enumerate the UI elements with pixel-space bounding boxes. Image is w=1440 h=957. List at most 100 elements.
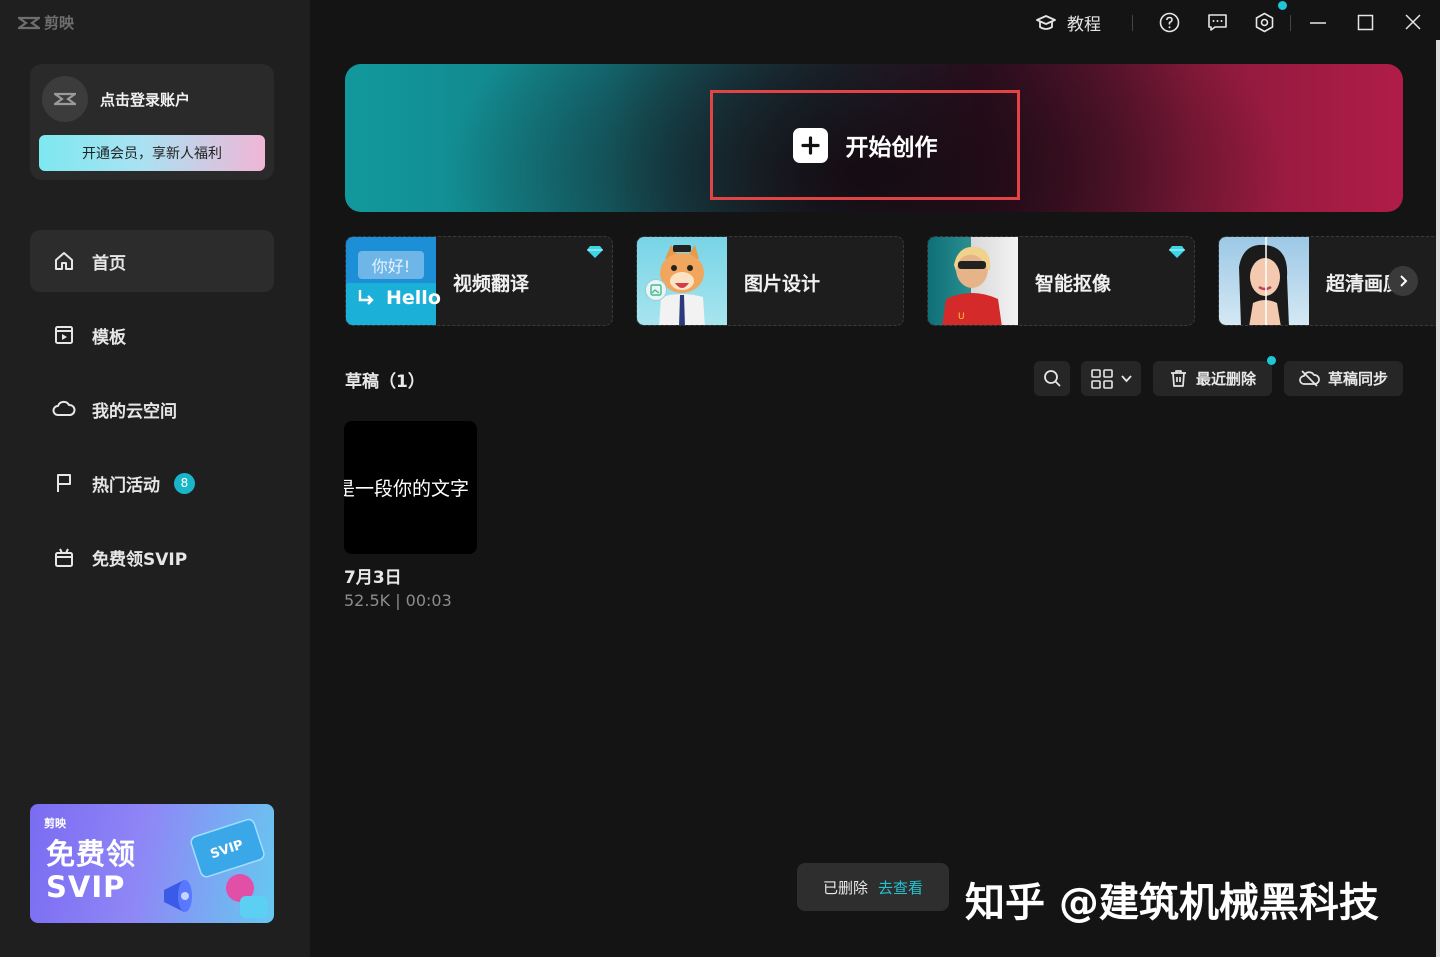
image-design-thumbnail (637, 237, 727, 325)
megaphone-icon (164, 880, 192, 912)
minimize-icon (1310, 22, 1326, 24)
sidebar-item-events[interactable]: 热门活动 8 (30, 452, 274, 514)
sidebar-item-label: 热门活动 (92, 475, 160, 496)
video-translate-thumbnail: 你好! Hello (346, 237, 441, 325)
sidebar-item-label: 免费领SVIP (92, 549, 188, 570)
app-logo-text: 剪映 (44, 14, 75, 32)
search-button[interactable] (1034, 361, 1070, 396)
window-edge (1436, 40, 1440, 957)
portrait-illustration (1239, 237, 1289, 325)
hd-enhance-thumbnail (1219, 237, 1309, 325)
watermark-text: 知乎 @建筑机械黑科技 (965, 880, 1379, 926)
recently-deleted-button[interactable]: 最近删除 (1153, 361, 1272, 396)
sidebar-item-free-svip[interactable]: 免费领SVIP (30, 526, 274, 588)
vip-subscribe-button[interactable]: 开通会员，享新人福利 (39, 135, 265, 171)
thumb-text-english: Hello (386, 287, 441, 309)
recently-deleted-label: 最近删除 (1195, 370, 1256, 388)
gift-icon (52, 545, 76, 569)
chevron-down-icon (1120, 374, 1132, 382)
promo-line-2: SVIP (46, 870, 126, 904)
capcut-logo-icon (54, 92, 76, 106)
minimize-button[interactable] (1309, 14, 1327, 32)
settings-notification-dot (1278, 1, 1287, 10)
draft-meta: 52.5K | 00:03 (344, 591, 452, 610)
person-silhouette-illustration: U (942, 246, 1002, 325)
feedback-icon (1208, 14, 1227, 31)
search-icon (1043, 370, 1061, 387)
sidebar-nav: 首页 模板 我的云空间 热门活动 8 免费领SVIP (30, 230, 274, 600)
close-icon (1405, 14, 1421, 30)
sidebar-item-home[interactable]: 首页 (30, 230, 274, 292)
draft-sync-label: 草稿同步 (1327, 370, 1388, 388)
feature-smart-cutout[interactable]: U 智能抠像 (927, 236, 1195, 326)
feature-image-design[interactable]: 图片设计 (636, 236, 904, 326)
feature-label: 图片设计 (744, 273, 821, 295)
feedback-button[interactable] (1207, 12, 1228, 33)
tutorial-label: 教程 (1067, 15, 1101, 35)
draft-thumbnail-text: 是一段你的文字 (344, 478, 470, 500)
svg-text:U: U (958, 312, 965, 322)
settings-button[interactable] (1254, 12, 1275, 33)
start-creating-button[interactable]: 开始创作 (710, 90, 1020, 200)
close-button[interactable] (1404, 13, 1422, 31)
arrow-return-icon (358, 290, 374, 305)
recently-deleted-notification-dot (1267, 356, 1276, 365)
titlebar-divider (1132, 15, 1133, 31)
view-mode-dropdown[interactable] (1081, 361, 1141, 396)
flag-icon (52, 471, 76, 495)
promo-logo-text: 剪映 (44, 817, 66, 830)
titlebar-divider (1290, 15, 1291, 31)
feature-label: 视频翻译 (453, 273, 530, 295)
cloud-sync-off-icon (1299, 370, 1320, 387)
capcut-logo-icon (18, 16, 40, 29)
image-badge-icon (645, 279, 667, 301)
promo-line-1: 免费领 (46, 837, 137, 871)
smart-cutout-thumbnail: U (928, 237, 1018, 325)
settings-icon (1255, 12, 1274, 33)
draft-card[interactable]: 是一段你的文字 7月3日 52.5K | 00:03 (344, 421, 477, 610)
sidebar-item-label: 我的云空间 (92, 401, 177, 422)
help-button[interactable] (1159, 12, 1180, 33)
toast-view-link[interactable]: 去查看 (878, 877, 923, 898)
sidebar-item-label: 首页 (92, 253, 126, 274)
sidebar: 剪映 点击登录账户 开通会员，享新人福利 首页 模板 我的云空间 热门活动 8 … (0, 0, 310, 957)
draft-name: 7月3日 (344, 568, 402, 588)
deleted-toast: 已删除 去查看 (797, 863, 949, 911)
sidebar-item-cloud-space[interactable]: 我的云空间 (30, 378, 274, 440)
maximize-button[interactable] (1357, 14, 1375, 32)
app-logo: 剪映 (18, 12, 74, 33)
graduation-cap-icon (1036, 14, 1056, 30)
chevron-right-icon (1400, 275, 1408, 287)
avatar[interactable] (42, 76, 88, 122)
login-link[interactable]: 点击登录账户 (100, 89, 190, 110)
feature-scroll-next-button[interactable] (1388, 266, 1418, 296)
feature-strip: 你好! Hello 视频翻译 图片设计 U 智能抠像 超清画质 (345, 236, 1440, 326)
thumb-text-chinese: 你好! (358, 251, 424, 279)
promo-logo: 剪映 (44, 815, 66, 831)
trash-icon (1170, 370, 1186, 387)
feature-video-translate[interactable]: 你好! Hello 视频翻译 (345, 236, 613, 326)
plus-icon (792, 127, 828, 163)
account-card: 点击登录账户 开通会员，享新人福利 (30, 64, 274, 180)
draft-thumbnail: 是一段你的文字 (344, 421, 477, 554)
notification-badge: 8 (174, 472, 195, 494)
drafts-title: 草稿（1） (345, 372, 425, 392)
grid-view-icon (1090, 368, 1113, 389)
home-icon (52, 249, 76, 273)
title-bar: 教程 (310, 0, 1440, 46)
premium-diamond-icon (587, 246, 603, 258)
draft-sync-button[interactable]: 草稿同步 (1284, 361, 1403, 396)
template-icon (52, 323, 76, 347)
start-creating-label: 开始创作 (845, 135, 938, 161)
promo-headline: 免费领 SVIP (46, 838, 136, 904)
hero-banner: 开始创作 (345, 64, 1403, 212)
sidebar-item-label: 模板 (92, 327, 126, 348)
maximize-icon (1357, 14, 1374, 31)
cloud-icon (52, 397, 76, 421)
svip-promo-banner[interactable]: 剪映 免费领 SVIP SVIP (30, 804, 274, 923)
sidebar-item-templates[interactable]: 模板 (30, 304, 274, 366)
feature-label: 智能抠像 (1035, 273, 1112, 295)
toast-message: 已删除 (822, 878, 868, 897)
tutorial-button[interactable]: 教程 (1035, 10, 1101, 35)
premium-diamond-icon (1169, 246, 1185, 258)
